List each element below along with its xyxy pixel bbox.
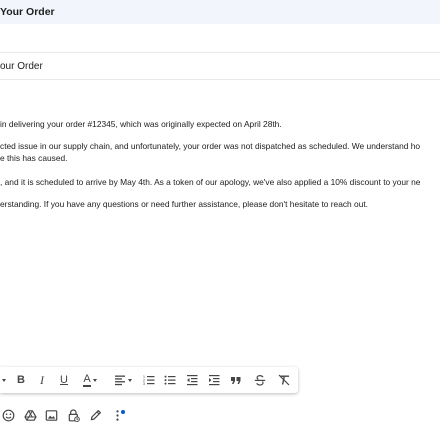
numbered-list-icon: 1 2 3 [143,375,155,386]
indent-less-icon [187,375,198,386]
font-size-dropdown[interactable] [0,371,6,389]
recipients-field[interactable] [0,24,440,53]
svg-text:3: 3 [143,382,145,386]
body-paragraph: , and it is scheduled to arrive by May 4… [0,177,421,187]
text-color-button[interactable]: A [77,371,103,389]
indent-less-button[interactable] [184,371,200,389]
indent-more-icon [209,375,220,386]
align-button[interactable] [111,371,135,389]
text-color-icon: A [83,372,91,387]
strikethrough-icon [254,374,266,386]
signature-icon [90,409,101,420]
underline-button[interactable]: U [56,371,72,389]
indent-more-button[interactable] [206,371,222,389]
compose-window: Your Order our Order in delivering your … [0,0,440,440]
body-paragraph: cted issue in our supply chain, and unfo… [0,141,421,151]
bulleted-list-icon [164,375,176,385]
numbered-list-button[interactable]: 1 2 3 [141,371,157,389]
dropdown-caret-icon [92,378,97,382]
italic-button[interactable]: I [34,371,50,389]
italic-icon: I [40,372,44,387]
insert-photo-button[interactable] [43,407,59,423]
quote-button[interactable] [228,371,244,389]
align-icon [115,375,125,386]
emoji-icon [2,409,14,421]
confidential-mode-button[interactable] [65,407,81,423]
subject-field[interactable]: our Order [0,53,440,80]
drive-icon [23,409,37,421]
compose-actions-bar [0,404,440,428]
strikethrough-button[interactable] [252,371,268,389]
compose-title: Your Order [0,6,55,18]
body-paragraph: e this has caused. [0,153,68,163]
bold-button[interactable]: B [13,371,29,389]
underline-icon: U [60,374,68,386]
confidential-mode-icon [68,408,80,422]
bold-icon: B [17,374,25,386]
body-paragraph: in delivering your order #12345, which w… [0,119,282,129]
subject-text[interactable]: our Order [0,61,43,72]
quote-icon [231,377,241,384]
compose-header: Your Order [0,0,440,24]
insert-drive-button[interactable] [22,407,38,423]
clear-formatting-icon [278,374,290,386]
insert-photo-icon [45,409,57,421]
clear-formatting-button[interactable] [276,371,292,389]
bulleted-list-button[interactable] [162,371,178,389]
dropdown-caret-icon [128,378,132,382]
insert-emoji-button[interactable] [0,407,16,423]
body-paragraph: erstanding. If you have any questions or… [0,199,369,209]
dropdown-caret-icon [2,378,6,382]
insert-signature-button[interactable] [87,407,103,423]
notification-dot [121,410,125,414]
formatting-toolbar: B I U A 1 2 3 [0,367,298,393]
